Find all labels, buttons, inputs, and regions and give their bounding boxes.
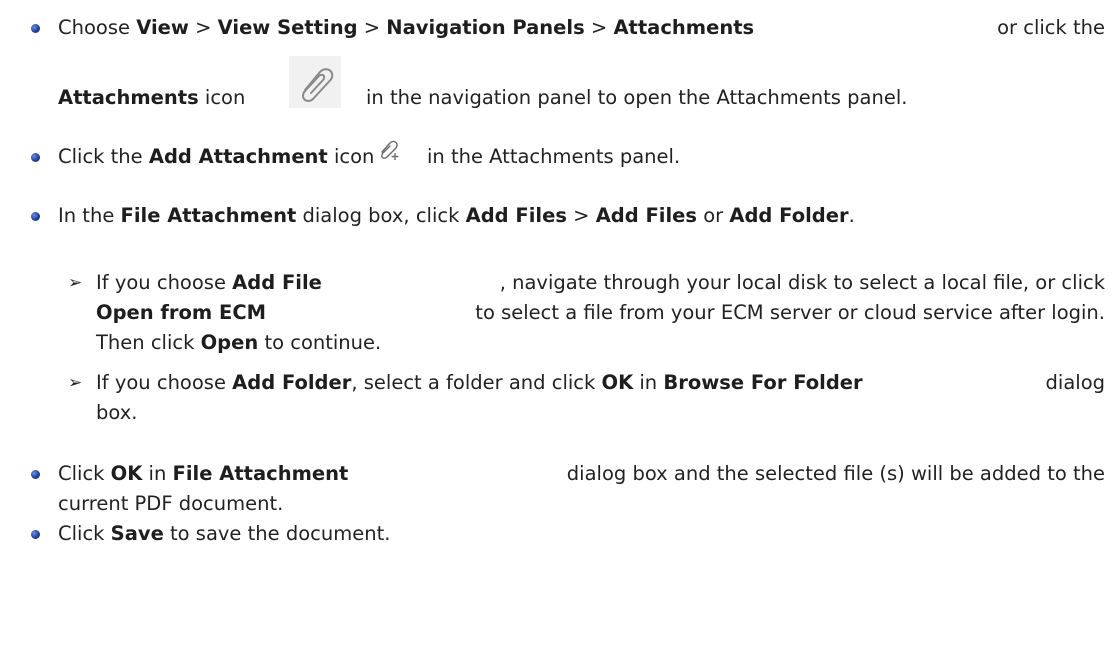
add-attachment-icon [376, 135, 404, 163]
text-bold: Open from ECM [96, 301, 267, 324]
step-2-line-b: in the Attachments panel. [427, 145, 681, 168]
text: dialog box and the selected file (s) wil… [560, 462, 1105, 485]
text-bold: Save [110, 522, 164, 545]
text: dialog [1039, 371, 1105, 394]
text: or click the [990, 16, 1105, 39]
text: > [566, 204, 596, 227]
bullet [31, 153, 40, 162]
text-bold: View Setting [217, 16, 358, 39]
bullet [31, 470, 40, 479]
step-2-line-a: Click the Add Attachment icon [58, 144, 374, 170]
bullet [31, 24, 40, 33]
text-bold: File Attachment [120, 204, 297, 227]
step-1-line-1: Choose View > View Setting > Navigation … [58, 15, 1105, 41]
text: to select a file from your ECM server or… [469, 301, 1105, 324]
step-1-line-2-b: in the navigation panel to open the Atta… [366, 86, 908, 109]
step-5-line: Click Save to save the document. [58, 521, 390, 547]
text-bold: Add Files [465, 204, 567, 227]
text: or [697, 204, 730, 227]
text: If you choose [96, 271, 233, 294]
text-bold: Navigation Panels [386, 16, 585, 39]
step-4-line-1-part-a: Click OK in File Attachment [58, 461, 348, 487]
text: > [584, 16, 614, 39]
text-bold: Add File [232, 271, 322, 294]
text: If you choose [96, 371, 233, 394]
paperclip-icon [289, 56, 341, 108]
text: Choose [58, 16, 137, 39]
text: , select a folder and click [351, 371, 602, 394]
substep-1-line-1-part-a: If you choose Add File [96, 270, 322, 296]
text: . [848, 204, 855, 227]
step-1-line-1-part-a: Choose View > View Setting > Navigation … [58, 15, 754, 41]
text-bold: OK [110, 462, 143, 485]
text-bold: Add Folder [729, 204, 849, 227]
substep-2-line-1: If you choose Add Folder, select a folde… [96, 370, 1105, 396]
text-bold: Open [200, 331, 259, 354]
text: in [142, 462, 173, 485]
text-bold: Attachments [613, 16, 755, 39]
bullet [31, 212, 40, 221]
bullet [31, 530, 40, 539]
substep-1-line-1: If you choose Add File , navigate throug… [96, 270, 1105, 296]
step-1-line-2-a: Attachments icon [58, 85, 245, 111]
text-bold: Attachments [58, 86, 199, 109]
text: > [188, 16, 218, 39]
text: dialog box, click [296, 204, 466, 227]
step-4-line-2: current PDF document. [58, 492, 284, 515]
text: > [357, 16, 387, 39]
text-bold: Browse For Folder [663, 371, 863, 394]
text: Click [58, 522, 111, 545]
step-4-line-1: Click OK in File Attachment dialog box a… [58, 461, 1105, 487]
substep-2-line-1-part-a: If you choose Add Folder, select a folde… [96, 370, 863, 396]
text-bold: File Attachment [172, 462, 349, 485]
arrow-bullet: ➢ [68, 273, 83, 293]
text: icon [327, 145, 375, 168]
text: to save the document. [163, 522, 391, 545]
text: Click the [58, 145, 149, 168]
step-3-line: In the File Attachment dialog box, click… [58, 203, 855, 229]
text: Then click [96, 331, 201, 354]
text: In the [58, 204, 121, 227]
substep-2-line-2: box. [96, 401, 138, 424]
text: icon [198, 86, 246, 109]
text: in [633, 371, 664, 394]
text-bold: Add Folder [232, 371, 352, 394]
text-bold: Add Attachment [148, 145, 328, 168]
text: Click [58, 462, 111, 485]
arrow-bullet: ➢ [68, 373, 83, 393]
text: to continue. [258, 331, 382, 354]
substep-1-line-2: Open from ECM to select a file from your… [96, 300, 1105, 326]
substep-1-line-3: Then click Open to continue. [96, 330, 381, 356]
text-bold: Add Files [595, 204, 698, 227]
text-bold: View [136, 16, 189, 39]
text-bold: OK [601, 371, 634, 394]
text: , navigate through your local disk to se… [499, 271, 1105, 294]
